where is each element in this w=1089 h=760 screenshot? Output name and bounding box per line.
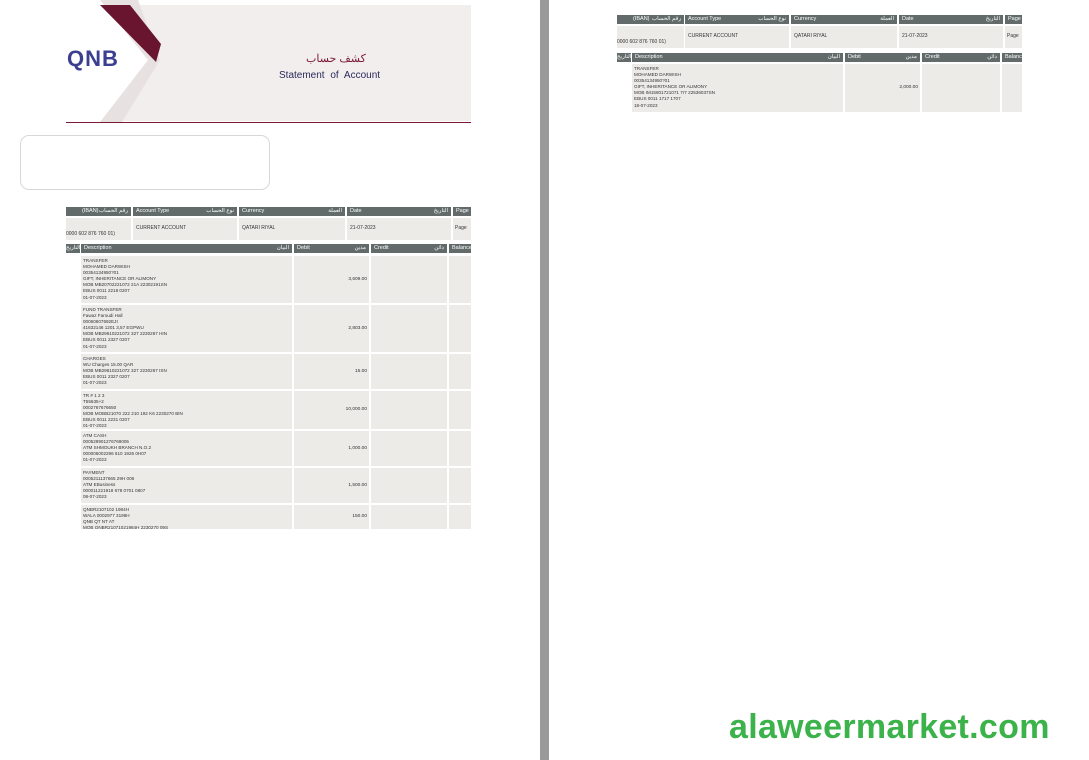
transaction-row: CHARGES WU Charges 15.00 QAR MOB MB2961022… xyxy=(0,354,540,389)
description-text: FUND TRANSFER Fawaz Faroudi Hall 000606076… xyxy=(83,307,167,350)
txn-credit-header-p2: Credit دائن xyxy=(922,53,1000,62)
txn-balance-header-p2: Balance xyxy=(1002,53,1022,62)
debit-amount: 15.00 xyxy=(354,369,367,374)
statement-title: Statement of Account xyxy=(279,70,381,81)
account-type-value-p2: CURRENT ACCOUNT xyxy=(685,26,789,48)
page-header: Page xyxy=(453,207,471,216)
description-line: 01-07-2023 xyxy=(83,457,107,463)
watermark-text: alaweermarket.com xyxy=(729,708,1050,746)
description-line: 08-07-2023 xyxy=(83,494,107,500)
qnb-logo: QNB xyxy=(67,46,119,71)
transaction-row: ATM CASH 000529901276769005 ATM SHMOUKH BR… xyxy=(0,431,540,466)
description-line: MOB QNBR21071021984H 2230270 09S xyxy=(83,525,169,529)
statement-page-1: QNB كشف حساب Statement of Account (IBAN)… xyxy=(0,0,540,760)
title-arabic: كشف حساب xyxy=(306,53,366,65)
balance-cell xyxy=(449,354,471,389)
iban-header: (IBAN) رقم الحساب xyxy=(66,207,131,216)
txn-debit-header: Debit مدين xyxy=(294,244,369,253)
description-text: PAYMENT 0005211137665 29H 006 ATM EBusines… xyxy=(83,470,145,500)
balance-cell xyxy=(449,305,471,352)
balance-cell xyxy=(449,431,471,466)
balance-cell xyxy=(449,468,471,503)
iban-header-p2: (IBAN) رقم الحساب xyxy=(617,15,684,24)
description-text: QNBR2107102 1984H WALA 0002977 3198H QNB Q… xyxy=(83,507,168,529)
description-text: TRANSFER MOHAMED DARWISH 00354134950?01 GIF… xyxy=(83,258,167,301)
currency-value: QATARI RIYAL xyxy=(239,218,345,240)
currency-header-p2: Currency العملة xyxy=(791,15,897,24)
iban-value: 0000 602 876 760 01) xyxy=(66,218,131,240)
debit-amount: 2,000.00 xyxy=(899,85,918,90)
account-type-header: Account Type نوع الحساب xyxy=(133,207,237,216)
txn-credit-header: Credit دائن xyxy=(371,244,447,253)
description-text: TRANSFER MOHAMED DARWISH 00354134950?01 GIF… xyxy=(634,66,715,109)
credit-cell xyxy=(371,354,447,389)
iban-value-p2: 0000 602 876 760 01) xyxy=(617,26,684,48)
debit-amount: 1,500.00 xyxy=(348,483,367,488)
description-line: 01-07-2023 xyxy=(83,343,107,349)
transaction-row: TRANSFER MOHAMED DARWISH 00354134950?01 GIF… xyxy=(0,256,540,303)
page-divider xyxy=(540,0,549,760)
page-value: Page xyxy=(453,218,471,240)
account-type-header-p2: Account Type نوع الحساب xyxy=(685,15,789,24)
page-value-p2: Page xyxy=(1005,26,1022,48)
balance-cell xyxy=(449,391,471,429)
debit-amount: 1,000.00 xyxy=(348,446,367,451)
transaction-row: TR # 1 2 3 T55635+2 0002767676650 MOB MOBB2… xyxy=(0,391,540,429)
credit-cell xyxy=(922,64,1000,112)
credit-cell xyxy=(371,391,447,429)
balance-cell xyxy=(1002,64,1022,112)
page-header-p2: Page xyxy=(1005,15,1022,24)
credit-cell xyxy=(371,468,447,503)
customer-address-box xyxy=(20,135,270,190)
description-line: 01-07-2023 xyxy=(83,380,107,386)
txn-balance-header: Balance xyxy=(449,244,471,253)
date-value-p2: 21-07-2023 xyxy=(899,26,1003,48)
description-line: 01-07-2023 xyxy=(83,294,107,300)
description-text: TR # 1 2 3 T55635+2 0002767676650 MOB MOBB2… xyxy=(83,393,183,429)
date-header: Date التاريخ xyxy=(347,207,451,216)
debit-amount: 150.00 xyxy=(352,514,367,519)
debit-amount: 10,000.00 xyxy=(345,407,367,412)
description-text: ATM CASH 000529901276769005 ATM SHMOUKH BR… xyxy=(83,433,151,463)
txn-debit-header-p2: Debit مدين xyxy=(845,53,920,62)
currency-value-p2: QATARI RIYAL xyxy=(791,26,897,48)
transaction-row: FUND TRANSFER Fawaz Faroudi Hall 000606076… xyxy=(0,305,540,352)
credit-cell xyxy=(371,505,447,529)
credit-cell xyxy=(371,305,447,352)
description-line: 01-07-2023 xyxy=(83,423,107,429)
header-rule xyxy=(66,122,471,123)
credit-cell xyxy=(371,431,447,466)
balance-cell xyxy=(449,505,471,529)
account-type-value: CURRENT ACCOUNT xyxy=(133,218,237,240)
txn-date-header-p2: التاريخ xyxy=(617,53,631,62)
txn-description-header-p2: Description البيان xyxy=(632,53,843,62)
statement-page-2: (IBAN) رقم الحساب Account Type نوع الحسا… xyxy=(549,0,1089,760)
currency-header: Currency العملة xyxy=(239,207,345,216)
transaction-row: QNBR2107102 1984H WALA 0002977 3198H QNB Q… xyxy=(0,505,540,529)
transaction-row: TRANSFER MOHAMED DARWISH 00354134950?01 GIF… xyxy=(549,64,1089,112)
date-header-p2: Date التاريخ xyxy=(899,15,1003,24)
txn-date-header: التاريخ xyxy=(66,244,80,253)
date-value: 21-07-2023 xyxy=(347,218,451,240)
transaction-row: PAYMENT 0005211137665 29H 006 ATM EBusines… xyxy=(0,468,540,503)
txn-description-header: Description البيان xyxy=(81,244,292,253)
debit-amount: 2,803.00 xyxy=(348,326,367,331)
credit-cell xyxy=(371,256,447,303)
balance-cell xyxy=(449,256,471,303)
debit-amount: 3,609.00 xyxy=(348,277,367,282)
description-line: 18-07-2023 xyxy=(634,102,658,108)
description-text: CHARGES WU Charges 15.00 QAR MOB MB2961022… xyxy=(83,356,167,386)
